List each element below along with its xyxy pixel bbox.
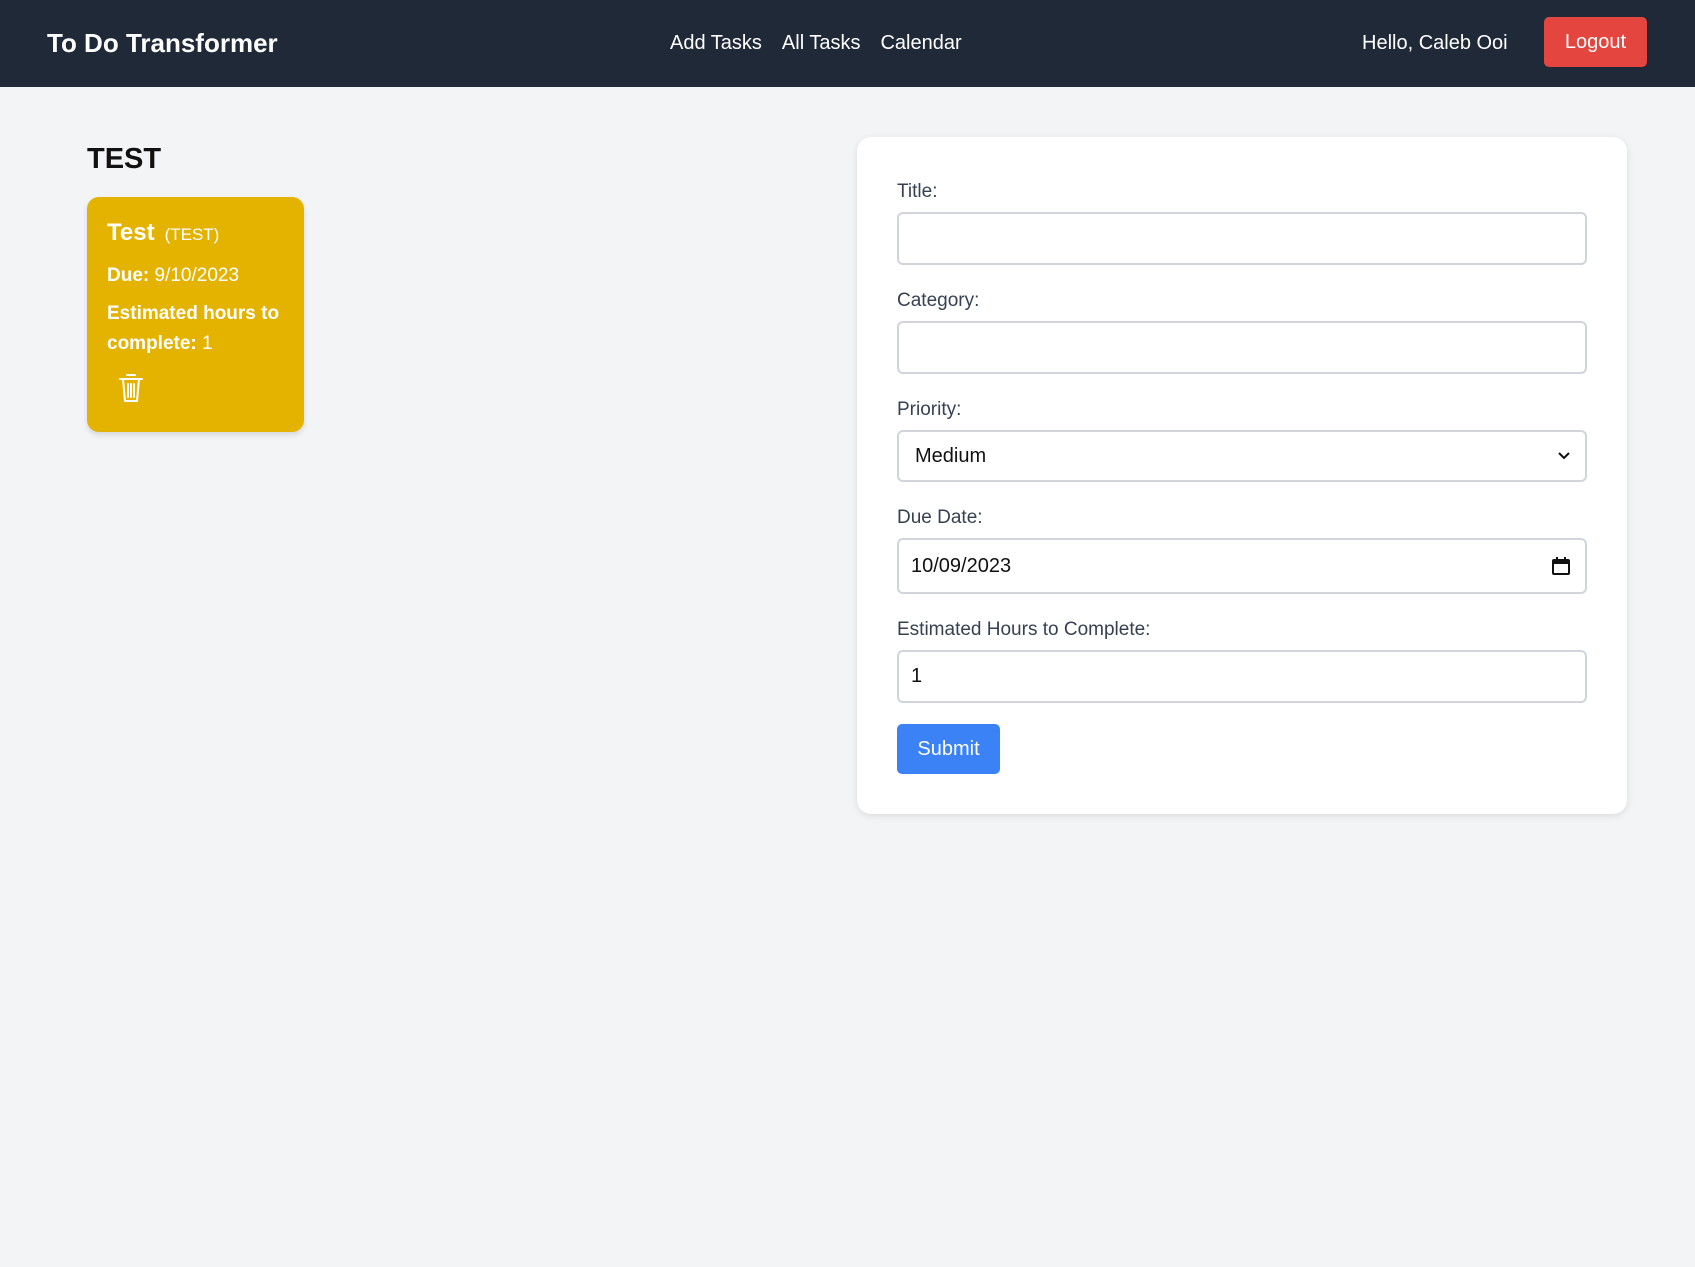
task-hours-label: Estimated hours to complete: (107, 303, 280, 354)
nav-link-calendar[interactable]: Calendar (880, 29, 961, 57)
task-hours: Estimated hours to complete: 1 (107, 299, 284, 359)
priority-label: Priority: (897, 399, 962, 420)
task-card[interactable]: Test (TEST) Due: 9/10/2023 Estimated hou… (87, 197, 304, 432)
due-date-value: 10/09/2023 (911, 554, 1012, 577)
category-label: Category: (897, 290, 980, 311)
priority-selected-value: Medium (915, 444, 987, 467)
top-navbar: To Do Transformer Add Tasks All Tasks Ca… (0, 0, 1695, 87)
title-input[interactable] (897, 212, 1587, 265)
logout-button[interactable]: Logout (1544, 17, 1647, 67)
nav-link-all-tasks[interactable]: All Tasks (782, 29, 861, 57)
hours-input[interactable]: 1 (897, 650, 1587, 703)
priority-select[interactable]: Medium (897, 430, 1587, 482)
due-date-label: Due Date: (897, 507, 983, 528)
task-title: Test (107, 219, 155, 246)
due-date-input[interactable]: 10/09/2023 (897, 538, 1587, 594)
task-due-label: Due: (107, 265, 150, 286)
calendar-icon[interactable] (1551, 556, 1571, 576)
task-due: Due: 9/10/2023 (107, 261, 284, 291)
user-greeting: Hello, Caleb Ooi (1362, 32, 1508, 54)
category-input[interactable] (897, 321, 1587, 374)
nav-links: Add Tasks All Tasks Calendar (670, 29, 962, 57)
trash-icon[interactable] (117, 372, 145, 404)
chevron-down-icon (1558, 452, 1570, 460)
submit-button[interactable]: Submit (897, 724, 1000, 774)
add-task-form: Title: Category: Priority: Medium Due Da… (857, 137, 1627, 814)
task-due-value: 9/10/2023 (154, 265, 240, 286)
app-title: To Do Transformer (47, 28, 278, 58)
category-heading: TEST (87, 143, 162, 175)
title-label: Title: (897, 181, 938, 202)
hours-label: Estimated Hours to Complete: (897, 619, 1151, 640)
nav-link-add-tasks[interactable]: Add Tasks (670, 29, 762, 57)
task-title-row: Test (TEST) (107, 219, 284, 247)
task-hours-value: 1 (202, 333, 213, 354)
task-category-tag: (TEST) (164, 225, 220, 244)
